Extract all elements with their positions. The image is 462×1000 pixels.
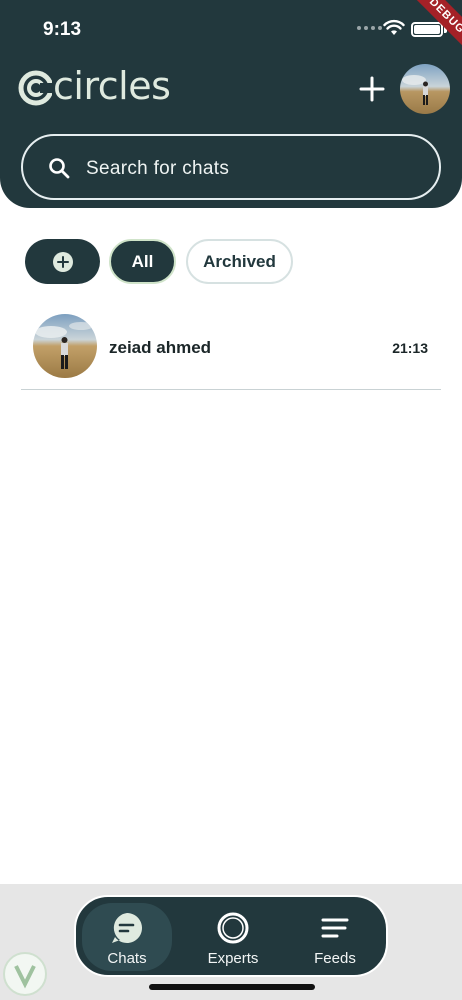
status-time: 9:13 bbox=[43, 19, 82, 40]
add-filter-button[interactable] bbox=[25, 239, 100, 284]
lines-icon bbox=[321, 918, 349, 938]
search-bar[interactable]: Search for chats bbox=[21, 134, 441, 200]
chat-list-item[interactable]: zeiad ahmed 21:13 bbox=[21, 310, 441, 390]
nav-label-chats: Chats bbox=[107, 950, 147, 967]
nav-tab-feeds[interactable]: Feeds bbox=[290, 903, 380, 971]
wifi-icon bbox=[383, 19, 405, 35]
nav-label-feeds: Feeds bbox=[314, 950, 356, 967]
nav-label-experts: Experts bbox=[207, 950, 259, 967]
bottom-navigation: Chats Experts Feeds bbox=[74, 895, 388, 977]
chat-avatar bbox=[33, 314, 97, 378]
profile-avatar[interactable] bbox=[400, 64, 450, 114]
chat-contact-name: zeiad ahmed bbox=[109, 338, 212, 357]
nav-tab-experts[interactable]: Experts bbox=[188, 903, 278, 971]
chat-timestamp: 21:13 bbox=[392, 340, 428, 356]
status-bar: 9:13 DEBUG bbox=[0, 0, 462, 62]
filter-archived-chip[interactable]: Archived bbox=[186, 239, 293, 284]
nav-tab-chats[interactable]: Chats bbox=[82, 903, 172, 971]
search-icon bbox=[49, 158, 70, 179]
chat-bubble-icon bbox=[112, 913, 142, 943]
search-input[interactable]: Search for chats bbox=[86, 158, 229, 180]
circles-logo-icon bbox=[18, 70, 52, 106]
filter-all-chip[interactable]: All bbox=[109, 239, 176, 284]
cellular-signal-icon bbox=[357, 26, 382, 30]
battery-icon bbox=[411, 22, 443, 37]
new-chat-button[interactable] bbox=[358, 75, 386, 103]
app-name: circles bbox=[53, 64, 171, 108]
home-indicator bbox=[149, 984, 315, 990]
add-circle-icon bbox=[52, 251, 73, 272]
app-header: 9:13 DEBUG circles Search for chats bbox=[0, 0, 462, 208]
circle-ring-icon bbox=[217, 912, 249, 944]
watermark-logo bbox=[3, 952, 47, 996]
